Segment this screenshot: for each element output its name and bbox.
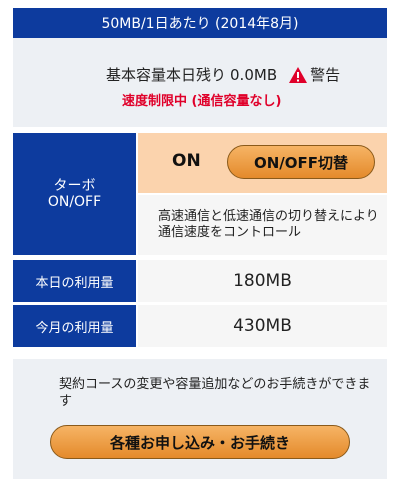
remaining-value: 0.0MB xyxy=(230,65,278,84)
turbo-label-line2: ON/OFF xyxy=(47,194,102,210)
warning-indicator: 警告 xyxy=(289,64,340,85)
month-usage-value: 430MB xyxy=(138,305,387,347)
applications-procedures-button[interactable]: 各種お申し込み・お手続き xyxy=(50,425,350,459)
turbo-label-line1: ターボ xyxy=(53,178,96,194)
procedures-panel: 契約コースの変更や容量追加などのお手続きができます 各種お申し込み・お手続き xyxy=(13,359,387,479)
speed-limit-notice: 速度制限中 (通信容量なし) xyxy=(122,94,282,109)
plan-header-text: 50MB/1日あたり (2014年8月) xyxy=(101,16,299,32)
warning-icon xyxy=(289,66,308,83)
procedures-description: 契約コースの変更や容量追加などのお手続きができます xyxy=(59,377,371,409)
month-usage-label: 今月の利用量 xyxy=(13,305,136,347)
remaining-capacity-panel: 基本容量本日残り 0.0MB 警告 速度制限中 (通信容量なし) xyxy=(13,38,387,127)
turbo-state: ON xyxy=(172,151,201,171)
turbo-description: 高速通信と低速通信の切り替えにより通信速度をコントロール xyxy=(158,209,379,240)
remaining-capacity-line: 基本容量本日残り 0.0MB 警告 xyxy=(106,64,340,85)
plan-header: 50MB/1日あたり (2014年8月) xyxy=(13,8,387,38)
turbo-label-cell: ターボ ON/OFF xyxy=(13,133,136,255)
today-usage-label: 本日の利用量 xyxy=(13,260,136,302)
warning-label: 警告 xyxy=(310,66,341,84)
today-usage-value: 180MB xyxy=(138,260,387,302)
turbo-description-cell: 高速通信と低速通信の切り替えにより通信速度をコントロール xyxy=(138,195,387,255)
basic-capacity-label: 基本容量本日残り xyxy=(106,66,227,84)
turbo-toggle-cell: ON ON/OFF切替 xyxy=(138,133,387,193)
turbo-toggle-button[interactable]: ON/OFF切替 xyxy=(227,145,375,179)
